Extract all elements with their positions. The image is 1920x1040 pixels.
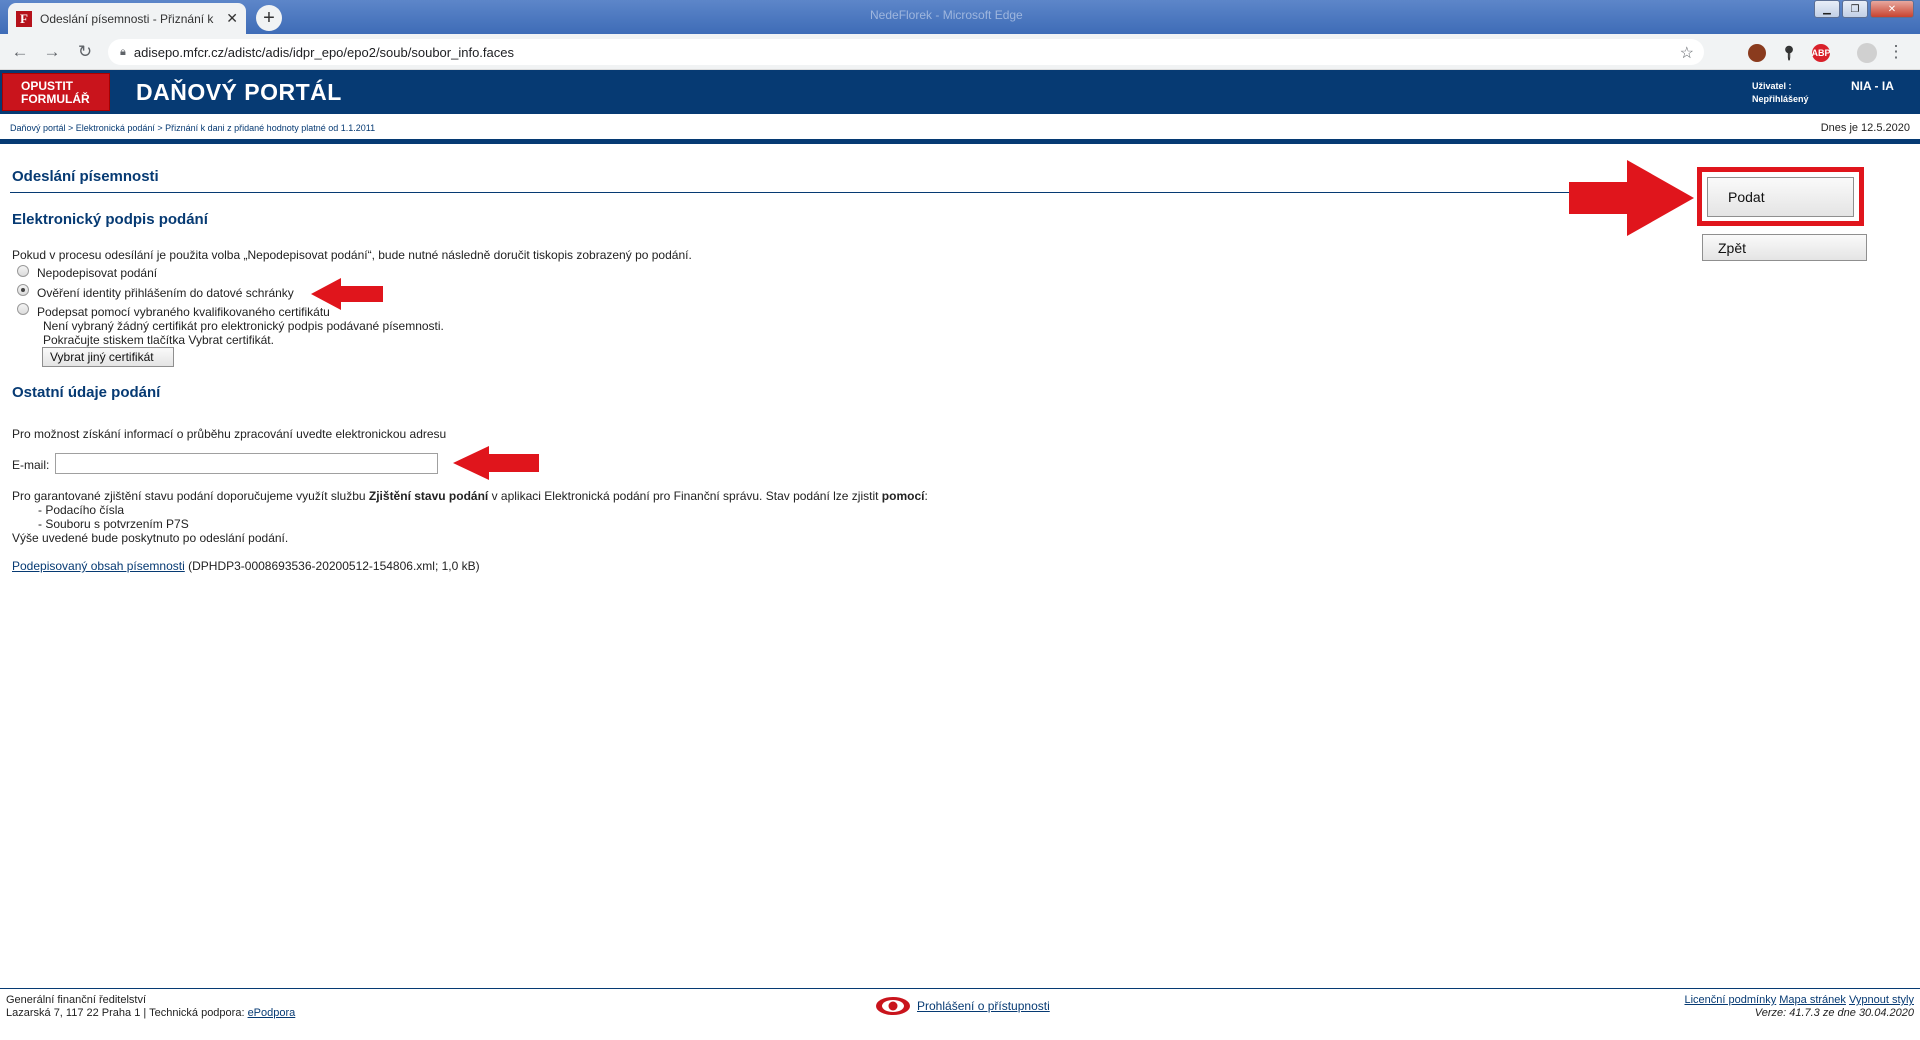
disable-styles-link[interactable]: Vypnout styly <box>1849 994 1914 1006</box>
user-label: Uživatel : Nepřihlášený <box>1752 80 1809 106</box>
maximize-icon[interactable]: ❐ <box>1842 0 1868 18</box>
window-close-icon[interactable]: ✕ <box>1870 0 1914 18</box>
tab-title: Odeslání písemnosti - Přiznání k <box>40 11 214 26</box>
exit-label-2: FORMULÁŘ <box>21 92 90 106</box>
bookmark-star-icon[interactable]: ☆ <box>1680 43 1694 63</box>
status-info: Pro garantované zjištění stavu podání do… <box>12 489 928 503</box>
radio-no-signature[interactable] <box>17 265 29 277</box>
page-title: Odeslání písemnosti <box>12 168 159 185</box>
user-value: NIA - IA <box>1851 79 1894 93</box>
profile-avatar-icon[interactable] <box>1857 43 1877 63</box>
status-text-c: v aplikaci Elektronická podání pro Finan… <box>488 489 882 503</box>
favicon-icon: F <box>16 10 32 27</box>
footer-accessibility: Prohlášení o přístupnosti <box>875 996 1050 1016</box>
window-controls: ▁ ❐ ✕ <box>1814 0 1914 18</box>
signature-info: Pokud v procesu odesílání je použita vol… <box>12 248 692 262</box>
email-input[interactable] <box>55 453 438 474</box>
menu-dots-icon[interactable]: ⋮ <box>1886 42 1906 62</box>
email-label: E-mail: <box>12 458 50 472</box>
choose-certificate-button[interactable]: Vybrat jiný certifikát <box>42 347 174 367</box>
radio-certificate[interactable] <box>17 303 29 315</box>
breadcrumb-item-epodani[interactable]: Elektronická podání <box>76 123 155 133</box>
user-label-2: Nepřihlášený <box>1752 94 1809 104</box>
status-item-2: - Souboru s potvrzením P7S <box>38 517 189 531</box>
arrow-to-submit-icon <box>1569 160 1694 236</box>
submit-button[interactable]: Podat <box>1707 177 1854 217</box>
forward-arrow-icon[interactable]: → <box>42 42 62 62</box>
signed-file-info: (DPHDP3-0008693536-20200512-154806.xml; … <box>184 559 480 573</box>
breadcrumb-bar: Daňový portál > Elektronická podání > Př… <box>0 114 1920 144</box>
breadcrumb-separator: > <box>65 123 76 133</box>
pin-extension-icon[interactable]: 📍︎ <box>1780 44 1798 62</box>
arrow-to-email-icon <box>453 446 539 480</box>
accessibility-link[interactable]: Prohlášení o přístupnosti <box>917 999 1050 1013</box>
tab-close-icon[interactable]: ✕ <box>226 10 238 27</box>
new-tab-button[interactable]: + <box>256 5 282 31</box>
email-info: Pro možnost získání informací o průběhu … <box>12 427 447 441</box>
other-details-heading: Ostatní údaje podání <box>12 384 161 401</box>
status-text-a: Pro garantované zjištění stavu podání do… <box>12 489 369 503</box>
browser-tab[interactable]: F Odeslání písemnosti - Přiznání k ✕ <box>8 3 246 34</box>
lock-icon: 🔒︎ <box>120 45 126 58</box>
browser-toolbar: ← → ↻ 🔒︎ adisepo.mfcr.cz/adistc/adis/idp… <box>0 34 1920 70</box>
today-date: Dnes je 12.5.2020 <box>1820 122 1910 134</box>
breadcrumb-item-current: Přiznání k dani z přidané hodnoty platné… <box>165 123 376 133</box>
radio-label-certificate: Podepsat pomocí vybraného kvalifikovanéh… <box>37 305 330 319</box>
sitemap-link[interactable]: Mapa stránek <box>1779 994 1846 1006</box>
signed-content-link[interactable]: Podepisovaný obsah písemnosti <box>12 559 185 573</box>
arrow-to-databox-icon <box>311 278 383 310</box>
user-label-1: Uživatel : <box>1752 81 1792 91</box>
url-text: adisepo.mfcr.cz/adistc/adis/idpr_epo/epo… <box>133 44 514 60</box>
breadcrumb-item-portal[interactable]: Daňový portál <box>10 123 66 133</box>
status-item-1: - Podacího čísla <box>38 503 125 517</box>
status-text-d: pomocí <box>881 489 925 503</box>
version-info: Verze: 41.7.3 ze dne 30.04.2020 <box>1754 1007 1914 1019</box>
cert-note-2: Pokračujte stiskem tlačítka Vybrat certi… <box>43 333 274 347</box>
back-button[interactable]: Zpět <box>1702 234 1867 261</box>
extension-1-icon[interactable] <box>1748 44 1766 62</box>
footer-links: Licenční podmínky Mapa stránek Vypnout s… <box>1684 994 1914 1020</box>
back-arrow-icon[interactable]: ← <box>10 42 30 62</box>
footer-address-row: Lazarská 7, 117 22 Praha 1 | Technická p… <box>6 1007 295 1020</box>
cert-note-1: Není vybraný žádný certifikát pro elektr… <box>43 319 444 333</box>
reload-icon[interactable]: ↻ <box>75 42 95 62</box>
license-link[interactable]: Licenční podmínky <box>1684 994 1776 1006</box>
breadcrumb-separator: > <box>154 123 166 133</box>
status-text-e: : <box>924 489 928 503</box>
footer-divider <box>0 988 1920 989</box>
signature-heading: Elektronický podpis podání <box>12 211 208 228</box>
footer-contact: Generální finanční ředitelství Lazarská … <box>6 994 295 1020</box>
adblock-icon[interactable]: ABP <box>1812 44 1831 62</box>
portal-title: DAŇOVÝ PORTÁL <box>136 79 342 105</box>
footer-links-row: Licenční podmínky Mapa stránek Vypnout s… <box>1684 994 1914 1007</box>
footer-address: Lazarská 7, 117 22 Praha 1 | Technická p… <box>6 1007 248 1019</box>
support-link[interactable]: ePodpora <box>248 1007 296 1019</box>
footer-org: Generální finanční ředitelství <box>6 994 147 1006</box>
address-bar[interactable]: 🔒︎ adisepo.mfcr.cz/adistc/adis/idpr_epo/… <box>108 39 1704 65</box>
minimize-icon[interactable]: ▁ <box>1814 0 1840 18</box>
radio-label-databox: Ověření identity přihlášením do datové s… <box>37 286 294 300</box>
eye-icon <box>876 997 910 1015</box>
status-footer: Výše uvedené bude poskytnuto po odeslání… <box>12 531 289 545</box>
portal-header: OPUSTIT FORMULÁŘ DAŇOVÝ PORTÁL Uživatel … <box>0 70 1920 114</box>
title-divider <box>10 192 1580 193</box>
browser-titlebar: F Odeslání písemnosti - Přiznání k ✕ + N… <box>0 0 1920 34</box>
signed-content-row: Podepisovaný obsah písemnosti (DPHDP3-00… <box>12 559 480 573</box>
exit-form-button[interactable]: OPUSTIT FORMULÁŘ <box>2 73 110 111</box>
radio-databox-identity[interactable] <box>17 284 29 296</box>
breadcrumb: Daňový portál > Elektronická podání > Př… <box>10 123 375 133</box>
window-title: NedeFlorek - Microsoft Edge <box>870 8 1023 22</box>
status-service-name: Zjištění stavu podání <box>368 489 489 503</box>
radio-label-no-signature: Nepodepisovat podání <box>37 266 158 280</box>
